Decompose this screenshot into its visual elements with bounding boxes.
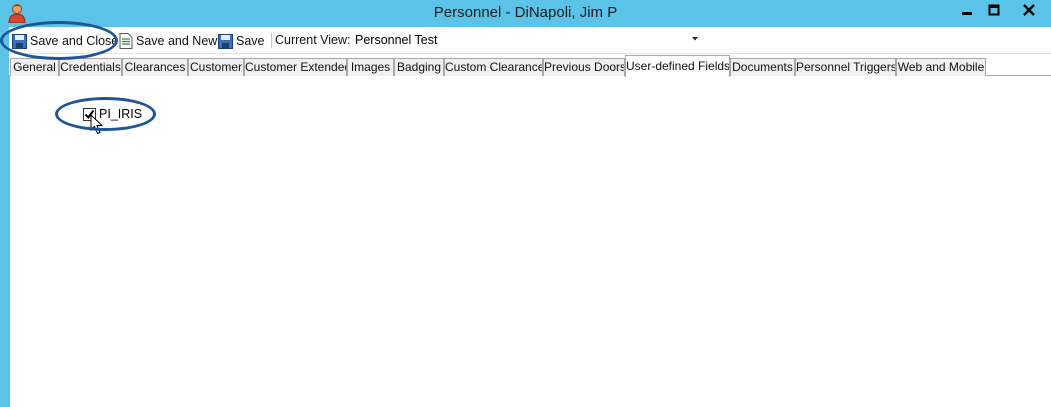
tab-images[interactable]: Images: [347, 58, 394, 76]
tab-documents[interactable]: Documents: [730, 58, 795, 76]
save-and-new-label: Save and New: [136, 34, 218, 48]
mouse-pointer-icon: [90, 114, 104, 135]
new-document-icon: [119, 33, 133, 49]
toolbar: Save and Close Save and New Save Current…: [9, 27, 1051, 54]
save-and-close-button[interactable]: Save and Close: [12, 32, 118, 50]
current-view-label: Current View:: [275, 33, 351, 47]
toolbar-separator: [271, 33, 272, 48]
save-button[interactable]: Save: [218, 32, 265, 50]
pi-iris-label: PI_IRIS: [99, 107, 143, 121]
close-icon: [1023, 4, 1035, 16]
tab-credentials[interactable]: Credentials: [59, 58, 122, 76]
tab-custom-clearance[interactable]: Custom Clearance: [444, 58, 543, 76]
tab-customer-extended[interactable]: Customer Extended: [244, 58, 347, 76]
floppy-disk-icon: [218, 33, 233, 49]
save-and-close-label: Save and Close: [30, 34, 119, 48]
save-and-new-button[interactable]: Save and New: [119, 32, 217, 50]
tab-badging[interactable]: Badging: [394, 58, 444, 76]
minimize-button[interactable]: [953, 0, 980, 20]
title-bar: Personnel - DiNapoli, Jim P: [0, 0, 1051, 27]
tab-user-defined-fields[interactable]: User-defined Fields: [625, 55, 730, 77]
tab-personnel-triggers[interactable]: Personnel Triggers: [795, 58, 896, 76]
current-view-select[interactable]: Personnel Test: [350, 31, 702, 51]
current-view-value: Personnel Test: [355, 33, 438, 47]
user-defined-fields-panel: PI_IRIS: [9, 76, 1051, 407]
window-title: Personnel - DiNapoli, Jim P: [433, 4, 618, 21]
tab-clearances[interactable]: Clearances: [122, 58, 188, 76]
floppy-disk-icon: [12, 33, 27, 49]
dropdown-arrow-icon: [692, 37, 698, 41]
minimize-icon: [961, 12, 972, 15]
tab-customer[interactable]: Customer: [188, 58, 244, 76]
maximize-button[interactable]: [980, 0, 1007, 20]
tab-strip: General Credentials Clearances Customer …: [9, 54, 1051, 77]
maximize-icon: [988, 4, 999, 16]
close-button[interactable]: [1007, 0, 1051, 20]
tab-web-and-mobile[interactable]: Web and Mobile: [896, 58, 986, 76]
tab-general[interactable]: General: [10, 58, 59, 76]
tab-previous-doors[interactable]: Previous Doors: [543, 58, 625, 76]
save-label: Save: [236, 34, 265, 48]
